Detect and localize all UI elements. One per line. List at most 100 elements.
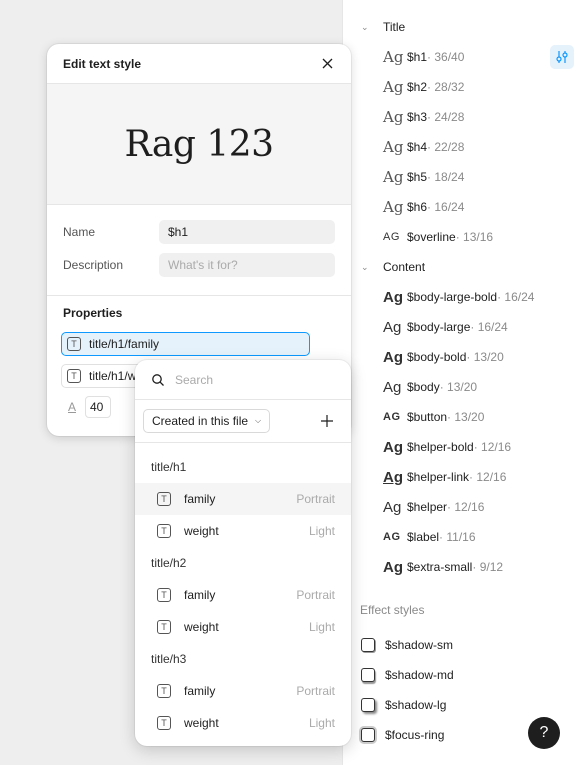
effect-item-shadow-lg[interactable]: $shadow-lg [361, 695, 446, 715]
effect-name: $shadow-sm [385, 638, 454, 652]
close-icon[interactable] [319, 56, 335, 72]
style-item-helper[interactable]: Ag $helper · 12/16 [383, 497, 484, 517]
shadow-swatch-icon [361, 698, 375, 712]
group-label: Content [383, 260, 426, 274]
style-item-overline[interactable]: AG $overline · 13/16 [383, 227, 493, 247]
style-meta: · 12/16 [469, 470, 507, 484]
style-item-h4[interactable]: Ag $h4 · 22/28 [383, 137, 464, 157]
font-size-input[interactable]: 40 [85, 396, 111, 418]
effect-name: $shadow-lg [385, 698, 447, 712]
item-name: weight [184, 620, 219, 634]
search-input[interactable] [175, 372, 325, 387]
variable-item[interactable]: T family Portrait [135, 579, 351, 611]
ag-icon: Ag [383, 138, 404, 156]
style-item-body-large-bold[interactable]: Ag $body-large-bold · 16/24 [383, 287, 534, 307]
ag-icon: Ag [383, 48, 404, 66]
style-meta: · 13/20 [447, 410, 485, 424]
style-item-h3[interactable]: Ag $h3 · 24/28 [383, 107, 464, 127]
font-family-variable[interactable]: T title/h1/family [61, 332, 310, 356]
text-variable-icon: T [157, 524, 171, 538]
preview-text: Rag 123 [124, 123, 274, 165]
style-item-h6[interactable]: Ag $h6 · 16/24 [383, 197, 464, 217]
variable-item[interactable]: T family Portrait [135, 675, 351, 707]
item-name: family [184, 684, 216, 698]
text-variable-icon: T [157, 620, 171, 634]
style-meta: · 12/16 [473, 440, 512, 454]
adjust-style-button[interactable] [550, 45, 574, 69]
ag-icon: AG [383, 411, 401, 423]
help-button[interactable]: ? [528, 717, 560, 749]
group-header: title/h1 [151, 460, 187, 474]
effect-item-focus-ring[interactable]: $focus-ring [361, 725, 444, 745]
style-item-extra-small[interactable]: Ag $extra-small · 9/12 [383, 557, 503, 577]
effect-item-shadow-sm[interactable]: $shadow-sm [361, 635, 453, 655]
text-variable-icon: T [157, 716, 171, 730]
name-field[interactable]: $h1 [159, 220, 335, 244]
add-variable-button[interactable] [315, 409, 339, 433]
variable-item[interactable]: T family Portrait [135, 483, 351, 515]
style-name: $body-large-bold [407, 290, 498, 304]
style-meta: · 36/40 [427, 50, 465, 64]
style-fields: Name $h1 Description What's it for? [47, 205, 351, 296]
plus-icon [321, 415, 333, 427]
name-label: Name [63, 225, 96, 239]
style-name: $h1 [407, 50, 428, 64]
style-name: $h2 [407, 80, 428, 94]
item-value: Portrait [296, 492, 335, 506]
style-item-helper-bold[interactable]: Ag $helper-bold · 12/16 [383, 437, 511, 457]
description-row: Description What's it for? [63, 253, 335, 277]
effect-item-shadow-md[interactable]: $shadow-md [361, 665, 454, 685]
group-header: title/h2 [151, 556, 187, 570]
style-name: $button [407, 410, 448, 424]
style-item-label[interactable]: AG $label · 11/16 [383, 527, 476, 547]
item-value: Light [308, 716, 335, 730]
variable-picker: Created in this file ⌵ title/h1 T family… [135, 360, 351, 746]
variable-item[interactable]: T weight Light [135, 611, 351, 643]
style-item-h5[interactable]: Ag $h5 · 18/24 [383, 167, 464, 187]
style-item-helper-link[interactable]: Ag $helper-link · 12/16 [383, 467, 506, 487]
group-title[interactable]: ⌄ Title [361, 17, 405, 37]
collection-filter-select[interactable]: Created in this file ⌵ [143, 409, 271, 433]
item-name: weight [184, 524, 219, 538]
ag-icon: Ag [383, 168, 404, 186]
ag-icon: Ag [383, 438, 403, 456]
description-label: Description [63, 258, 124, 272]
style-meta: · 18/24 [427, 170, 465, 184]
style-name: $body-bold [407, 350, 467, 364]
group-label: Title [383, 20, 406, 34]
text-variable-icon: T [67, 369, 81, 383]
style-name: $h6 [407, 200, 428, 214]
style-item-h1[interactable]: Ag $h1 · 36/40 [383, 47, 464, 67]
item-value: Portrait [296, 684, 335, 698]
style-item-body-bold[interactable]: Ag $body-bold · 13/20 [383, 347, 504, 367]
item-name: weight [184, 716, 219, 730]
variable-item[interactable]: T weight Light [135, 707, 351, 739]
item-name: family [184, 588, 216, 602]
search-bar [135, 360, 351, 400]
variable-name: title/h1/w [89, 369, 137, 383]
text-variable-icon: T [157, 684, 171, 698]
ag-icon: Ag [383, 198, 404, 216]
style-meta: · 24/28 [427, 110, 465, 124]
variable-item[interactable]: T weight Light [135, 515, 351, 547]
sliders-icon [556, 51, 568, 63]
effect-name: $shadow-md [385, 668, 454, 682]
chevron-down-icon: ⌄ [361, 261, 369, 272]
ag-icon: AG [383, 531, 401, 543]
style-meta: · 16/24 [497, 290, 535, 304]
effect-name: $focus-ring [385, 728, 445, 742]
style-name: $extra-small [407, 560, 473, 574]
style-name: $body-large [407, 320, 471, 334]
style-meta: · 12/16 [447, 500, 485, 514]
item-value: Light [308, 524, 335, 538]
font-size-row: A 40 [61, 396, 111, 418]
style-item-body-large[interactable]: Ag $body-large · 16/24 [383, 317, 508, 337]
style-item-body[interactable]: Ag $body · 13/20 [383, 377, 477, 397]
dialog-header: Edit text style [47, 44, 351, 84]
style-item-h2[interactable]: Ag $h2 · 28/32 [383, 77, 464, 97]
group-content[interactable]: ⌄ Content [361, 257, 425, 277]
description-field[interactable]: What's it for? [159, 253, 335, 277]
search-icon [152, 373, 164, 386]
style-item-button[interactable]: AG $button · 13/20 [383, 407, 484, 427]
shadow-swatch-icon [361, 668, 375, 682]
